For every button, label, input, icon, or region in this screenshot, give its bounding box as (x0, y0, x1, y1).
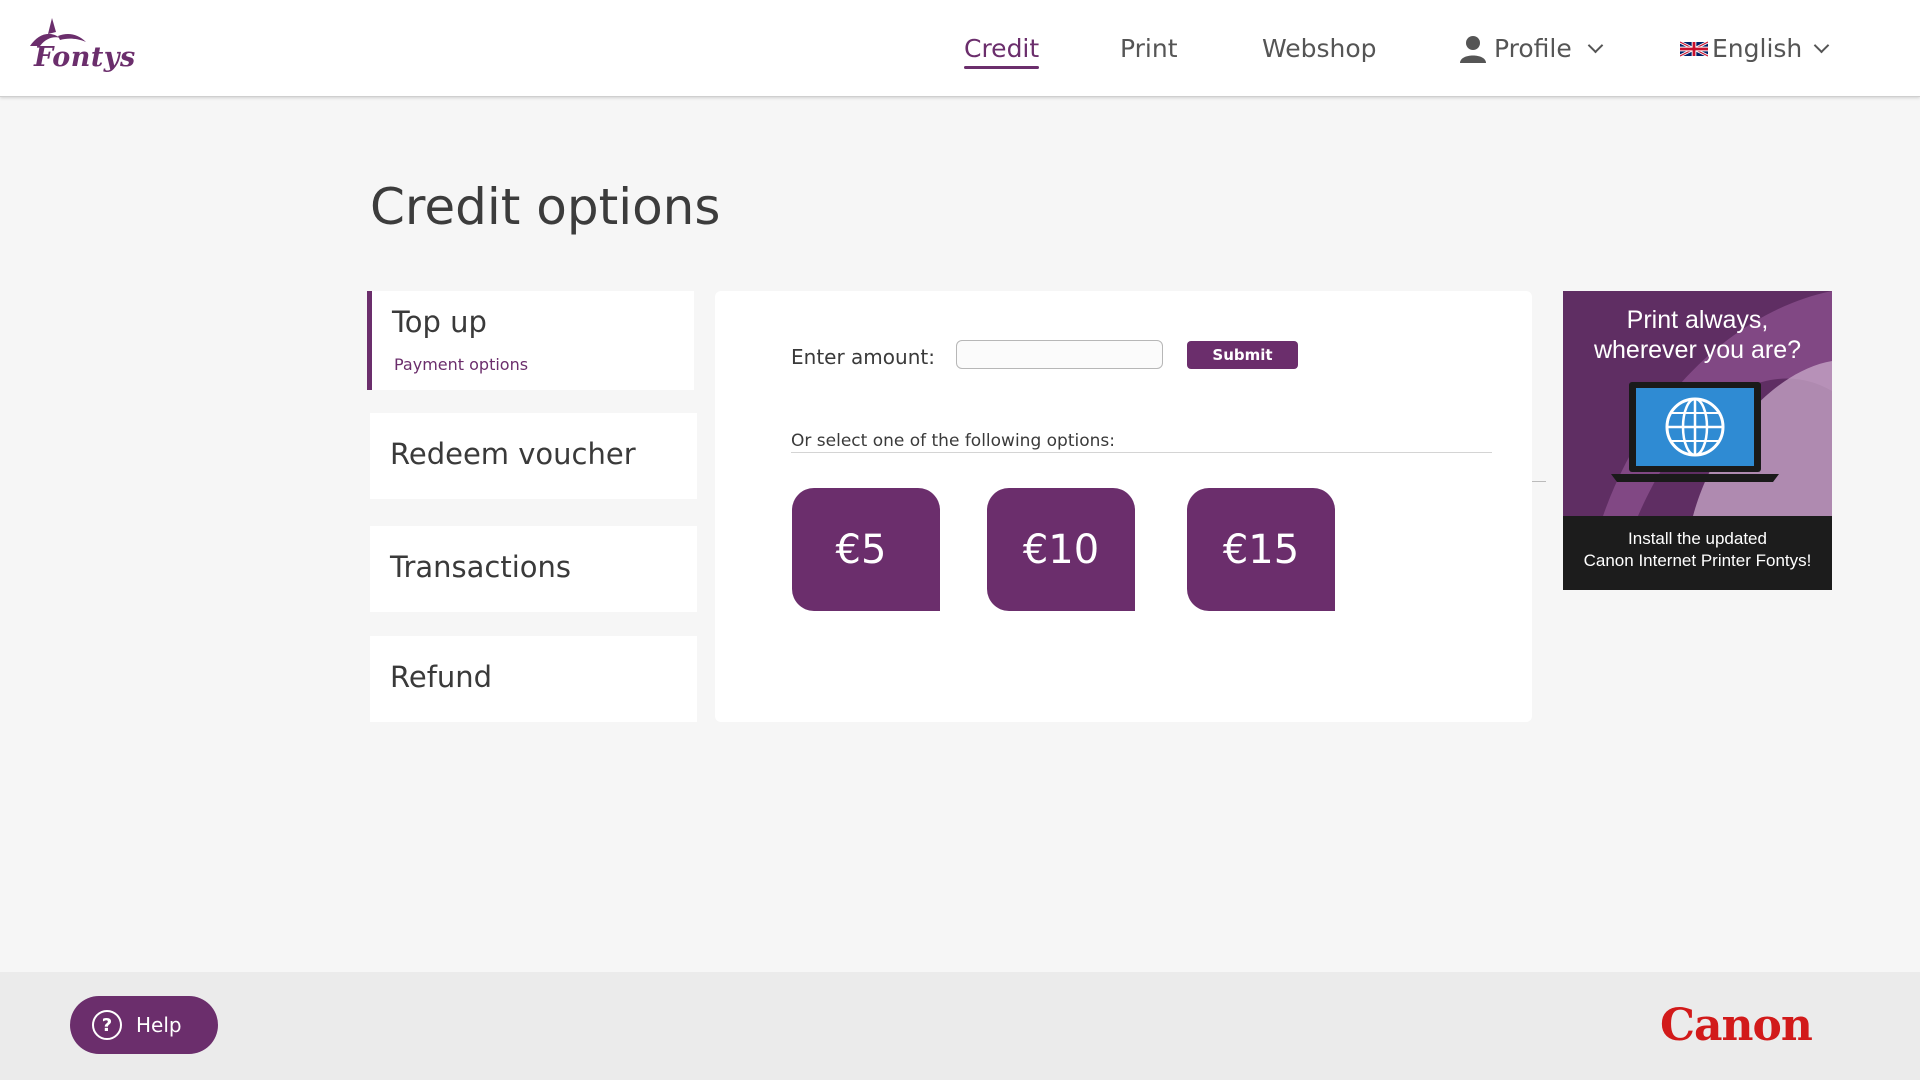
ad-footer: Install the updated Canon Internet Print… (1563, 516, 1832, 590)
user-icon (1460, 35, 1486, 63)
question-circle-icon: ? (92, 1010, 122, 1040)
sidebar-item-label: Top up (392, 305, 487, 339)
submit-button[interactable]: Submit (1187, 341, 1298, 369)
chevron-down-icon (1587, 37, 1604, 54)
ad-headline-line: Print always, (1626, 306, 1769, 334)
canon-logo: Canon (1660, 1000, 1813, 1051)
canon-printer-ad-banner[interactable]: Print always, wherever you are? Install … (1563, 291, 1832, 590)
sidebar-item-label: Redeem voucher (390, 437, 636, 471)
amount-option-15-button[interactable]: €15 (1187, 488, 1335, 611)
ad-headline-line: wherever you are? (1593, 336, 1802, 364)
sidebar-item-top-up[interactable]: Top up Payment options (367, 291, 694, 390)
nav-webshop[interactable]: Webshop (1262, 34, 1377, 63)
language-label: English (1712, 34, 1803, 63)
amount-input[interactable] (956, 340, 1163, 369)
sidebar-item-label: Refund (390, 660, 493, 694)
fontys-logo[interactable]: Fontys (24, 16, 136, 80)
sidebar-item-sublabel[interactable]: Payment options (394, 355, 528, 374)
help-button[interactable]: ? Help (70, 996, 218, 1054)
divider (1532, 481, 1546, 482)
fontys-logo-text: Fontys (34, 42, 136, 73)
profile-label: Profile (1494, 34, 1572, 63)
sidebar-item-refund[interactable]: Refund (370, 636, 697, 722)
sidebar-item-redeem-voucher[interactable]: Redeem voucher (370, 413, 697, 499)
nav-print[interactable]: Print (1120, 34, 1178, 63)
nav-credit[interactable]: Credit (964, 34, 1040, 69)
sidebar-item-transactions[interactable]: Transactions (370, 526, 697, 612)
amount-label: Enter amount: (791, 345, 935, 369)
nav-language-dropdown[interactable]: English (1680, 34, 1830, 63)
amount-option-10-button[interactable]: €10 (987, 488, 1135, 611)
footer: ? Help Canon (0, 972, 1920, 1080)
laptop-globe-icon (1611, 382, 1779, 482)
amount-option-5-button[interactable]: €5 (792, 488, 940, 611)
uk-flag-icon (1680, 40, 1708, 57)
ad-footer-line: Canon Internet Printer Fontys! (1583, 551, 1812, 570)
page-title: Credit options (370, 178, 721, 236)
divider (791, 452, 1492, 453)
options-label: Or select one of the following options: (791, 431, 1115, 451)
ad-headline: Print always, wherever you are? (1563, 305, 1832, 365)
chevron-down-icon (1814, 37, 1830, 54)
top-navbar: Fontys Credit Print Webshop Profile Engl… (0, 0, 1920, 97)
nav-profile-dropdown[interactable]: Profile (1460, 34, 1604, 63)
top-up-panel: Enter amount: Submit Or select one of th… (715, 291, 1532, 722)
sidebar-item-label: Transactions (390, 550, 572, 584)
ad-footer-line: Install the updated (1628, 529, 1767, 548)
help-label: Help (136, 1013, 182, 1037)
